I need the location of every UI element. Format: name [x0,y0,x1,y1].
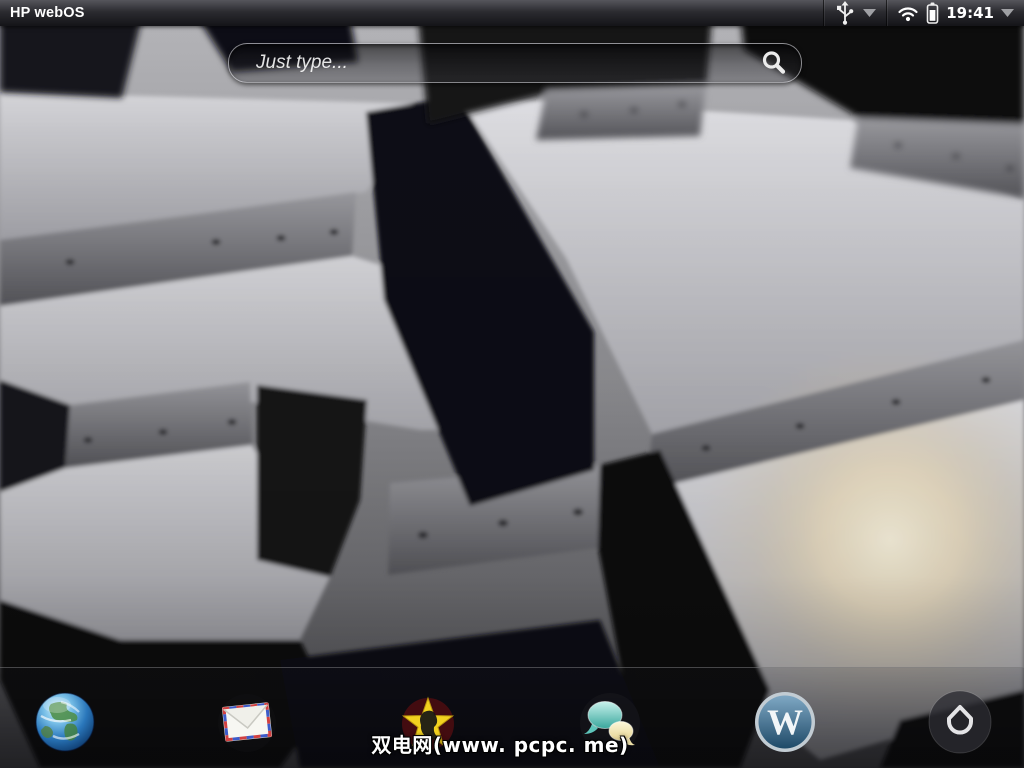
status-bar: HP webOS 19:41 [0,0,1024,26]
globe-icon [35,692,95,752]
dropdown-arrow-icon [1001,9,1014,17]
battery-icon [926,2,939,24]
system-menu-title[interactable]: HP webOS [10,5,85,21]
status-bar-right-cluster: 19:41 [823,0,1024,26]
webos-home-screen: HP webOS 19:41 Just type... W 双电网(www. p… [0,0,1024,768]
dropdown-arrow-icon [863,9,877,17]
watermark-text: 双电网(www. pcpc. me) [371,733,629,757]
wallpaper-metal-boxes [0,0,1024,768]
launcher-up-arrow-icon [928,690,992,754]
search-input[interactable] [254,51,749,75]
svg-text:W: W [767,702,803,742]
connectivity-status-button[interactable]: 19:41 [887,0,1024,26]
just-type-search-bar[interactable] [228,43,802,83]
clock: 19:41 [946,4,994,22]
dock-item-app-launcher[interactable] [928,690,992,754]
search-icon[interactable] [760,49,788,77]
usb-status-button[interactable] [824,0,886,26]
dock-item-email[interactable] [215,690,279,754]
wifi-icon [898,7,918,22]
envelope-icon [218,694,276,752]
dock-item-web-browser[interactable] [33,690,97,754]
wordpress-icon: W [755,692,815,752]
usb-icon [837,1,854,25]
dock-item-wordpress[interactable]: W [753,690,817,754]
